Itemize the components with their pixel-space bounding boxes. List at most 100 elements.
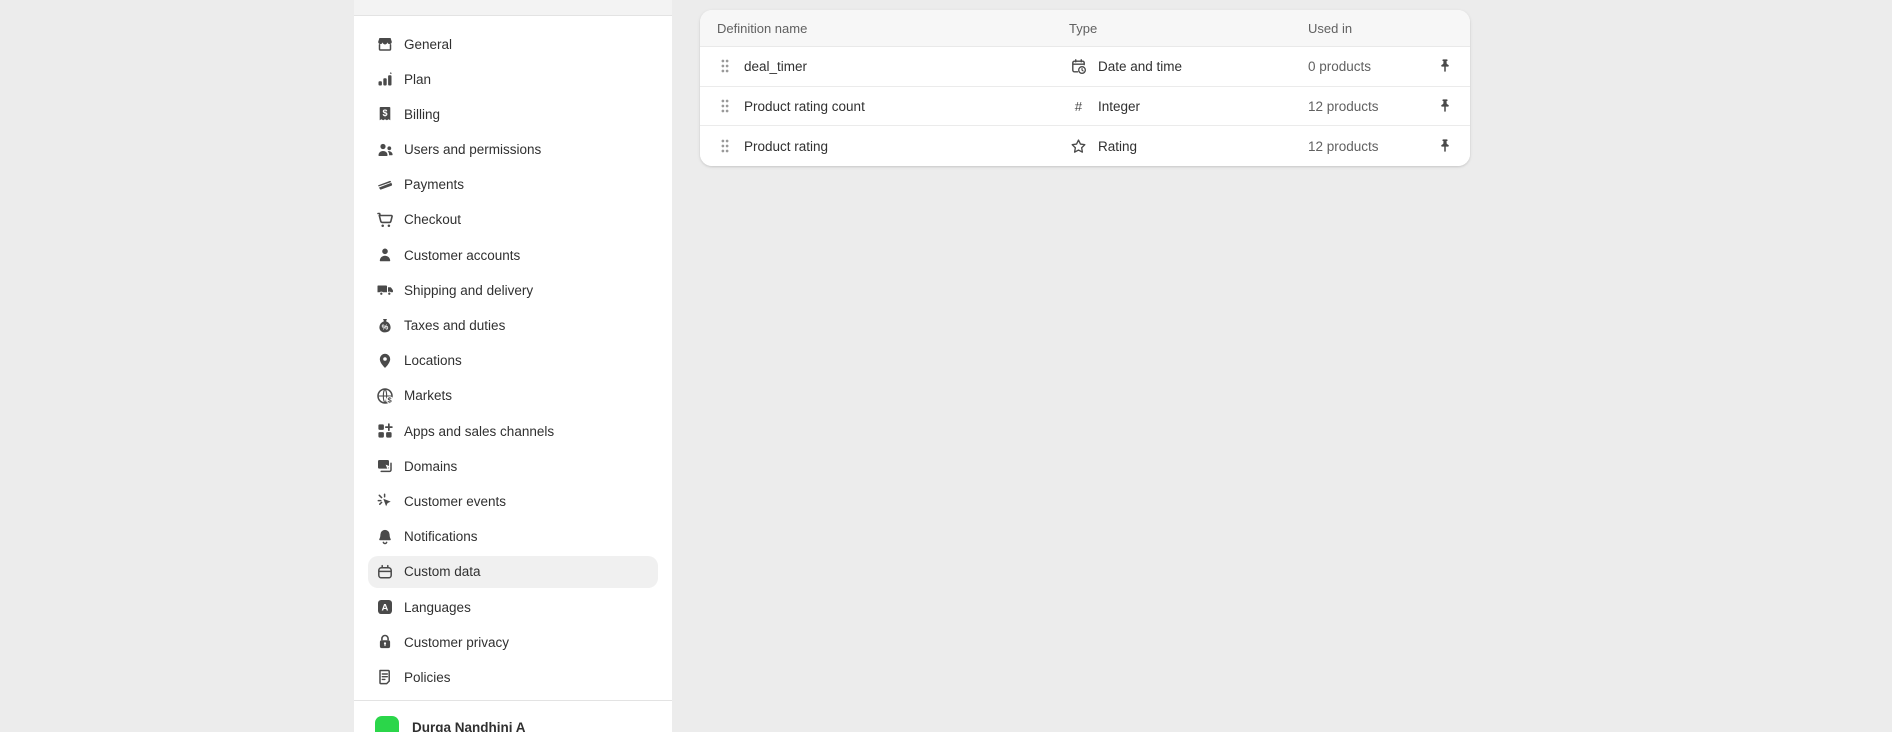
definition-type-cell: # Integer <box>1069 97 1308 116</box>
sidebar-item-apps-and-sales-channels[interactable]: Apps and sales channels <box>368 415 658 447</box>
sidebar-item-checkout[interactable]: Checkout <box>368 204 658 236</box>
payments-icon <box>375 175 395 195</box>
sidebar-top-strip <box>354 0 672 16</box>
sidebar-item-markets[interactable]: $ Markets <box>368 380 658 412</box>
sidebar-item-label: Users and permissions <box>404 142 541 157</box>
sidebar-item-label: Billing <box>404 107 440 122</box>
sidebar-item-domains[interactable]: Domains <box>368 450 658 482</box>
definition-name: Product rating count <box>744 99 865 114</box>
pin-icon[interactable] <box>1436 97 1454 115</box>
pin-cell <box>1420 97 1470 115</box>
pin-icon[interactable] <box>1436 137 1454 155</box>
svg-text:A: A <box>381 602 388 613</box>
settings-sidebar: General Plan $ Billing Users and permissions… <box>354 0 672 732</box>
customer-accounts-icon <box>375 245 395 265</box>
definition-type-cell: Date and time <box>1069 57 1308 76</box>
sidebar-item-label: Policies <box>404 670 451 685</box>
sidebar-item-label: Languages <box>404 600 471 615</box>
sidebar-item-label: Notifications <box>404 529 478 544</box>
definition-type-label: Integer <box>1098 99 1140 114</box>
sidebar-item-billing[interactable]: $ Billing <box>368 98 658 130</box>
billing-icon: $ <box>375 104 395 124</box>
user-name: Durga Nandhini A <box>412 716 526 732</box>
sidebar-item-label: Shipping and delivery <box>404 283 533 298</box>
sidebar-item-notifications[interactable]: Notifications <box>368 521 658 553</box>
svg-text:$: $ <box>382 108 387 118</box>
sidebar-item-label: Locations <box>404 353 462 368</box>
star-icon <box>1069 137 1088 156</box>
table-header-row: Definition name Type Used in <box>700 10 1470 47</box>
pin-cell <box>1420 57 1470 75</box>
sidebar-item-payments[interactable]: Payments <box>368 169 658 201</box>
sidebar-item-label: Customer events <box>404 494 506 509</box>
sidebar-item-customer-events[interactable]: Customer events <box>368 485 658 517</box>
sidebar-item-taxes-and-duties[interactable]: % Taxes and duties <box>368 310 658 342</box>
svg-text:%: % <box>382 322 389 331</box>
sidebar-item-customer-accounts[interactable]: Customer accounts <box>368 239 658 271</box>
used-in-cell: 12 products <box>1308 99 1420 114</box>
apps-grid-icon <box>375 421 395 441</box>
svg-text:#: # <box>1075 99 1083 114</box>
definition-name-cell: deal_timer <box>700 58 1069 74</box>
definition-type-cell: Rating <box>1069 137 1308 156</box>
drag-handle-icon[interactable] <box>719 98 731 114</box>
sidebar-item-label: Apps and sales channels <box>404 424 554 439</box>
table-body: deal_timer Date and time 0 products Product… <box>700 47 1470 166</box>
sidebar-item-label: Plan <box>404 72 431 87</box>
location-pin-icon <box>375 351 395 371</box>
definition-type-label: Rating <box>1098 139 1137 154</box>
notification-bell-icon <box>375 527 395 547</box>
used-in-cell: 0 products <box>1308 59 1420 74</box>
checkout-cart-icon <box>375 210 395 230</box>
privacy-lock-icon <box>375 632 395 652</box>
shipping-truck-icon <box>375 280 395 300</box>
sidebar-item-customer-privacy[interactable]: Customer privacy <box>368 626 658 658</box>
drag-handle-icon[interactable] <box>719 58 731 74</box>
sidebar-footer: Durga Nandhini A <box>354 700 672 732</box>
drag-handle-icon[interactable] <box>719 138 731 154</box>
custom-data-icon <box>375 562 395 582</box>
definition-name: Product rating <box>744 139 828 154</box>
definition-name-cell: Product rating count <box>700 98 1069 114</box>
plan-icon <box>375 69 395 89</box>
definition-name: deal_timer <box>744 59 807 74</box>
sidebar-item-general[interactable]: General <box>368 28 658 60</box>
settings-nav: General Plan $ Billing Users and permissions… <box>354 16 672 693</box>
sidebar-item-users-and-permissions[interactable]: Users and permissions <box>368 134 658 166</box>
definition-type-label: Date and time <box>1098 59 1182 74</box>
hash-icon: # <box>1069 97 1088 116</box>
sidebar-item-plan[interactable]: Plan <box>368 63 658 95</box>
sidebar-item-label: Markets <box>404 388 452 403</box>
policies-icon <box>375 667 395 687</box>
column-header-type: Type <box>1069 21 1308 36</box>
sidebar-item-label: Payments <box>404 177 464 192</box>
definition-row-product-rating[interactable]: Product rating Rating 12 products <box>700 126 1470 166</box>
definition-row-product-rating-count[interactable]: Product rating count # Integer 12 products <box>700 87 1470 127</box>
pin-icon[interactable] <box>1436 57 1454 75</box>
definition-name-cell: Product rating <box>700 138 1069 154</box>
sidebar-item-label: Taxes and duties <box>404 318 505 333</box>
customer-events-icon <box>375 491 395 511</box>
sidebar-item-locations[interactable]: Locations <box>368 345 658 377</box>
pin-cell <box>1420 137 1470 155</box>
sidebar-item-label: Custom data <box>404 564 481 579</box>
markets-globe-icon: $ <box>375 386 395 406</box>
sidebar-item-custom-data[interactable]: Custom data <box>368 556 658 588</box>
sidebar-item-label: Customer privacy <box>404 635 509 650</box>
column-header-definition-name: Definition name <box>700 21 1069 36</box>
user-avatar <box>375 716 399 732</box>
sidebar-item-label: Domains <box>404 459 457 474</box>
sidebar-item-label: Checkout <box>404 212 461 227</box>
definition-row-deal-timer[interactable]: deal_timer Date and time 0 products <box>700 47 1470 87</box>
languages-icon: A <box>375 597 395 617</box>
sidebar-item-label: General <box>404 37 452 52</box>
column-header-used-in: Used in <box>1308 21 1420 36</box>
sidebar-item-label: Customer accounts <box>404 248 520 263</box>
store-icon <box>375 34 395 54</box>
sidebar-item-policies[interactable]: Policies <box>368 661 658 693</box>
used-in-cell: 12 products <box>1308 139 1420 154</box>
sidebar-item-languages[interactable]: A Languages <box>368 591 658 623</box>
metafield-definitions-card: Definition name Type Used in deal_timer D… <box>700 10 1470 166</box>
sidebar-item-shipping-and-delivery[interactable]: Shipping and delivery <box>368 274 658 306</box>
domains-icon <box>375 456 395 476</box>
